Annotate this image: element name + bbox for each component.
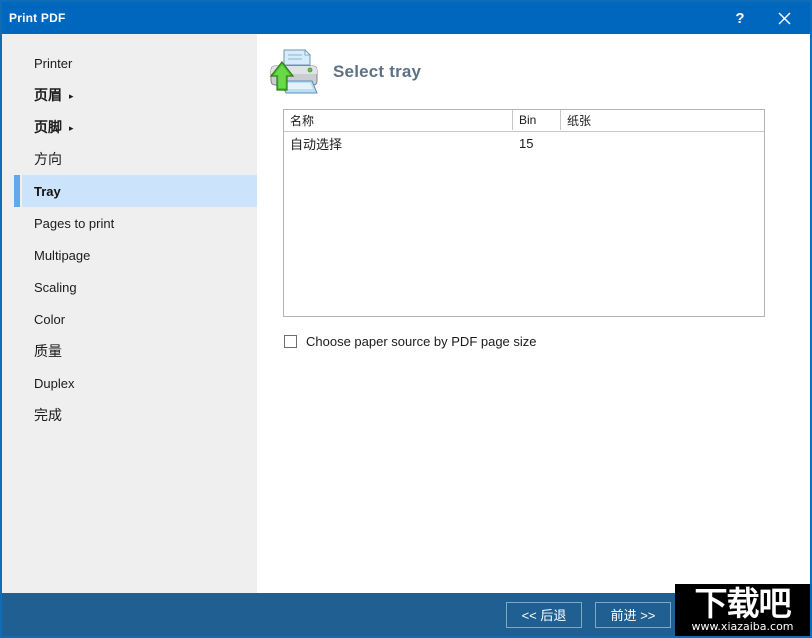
chevron-right-icon: ▸	[69, 124, 74, 133]
table-header-row: 名称 Bin 纸张	[284, 110, 764, 132]
watermark-overlay: 下载吧 www.xiazaiba.com	[675, 584, 810, 636]
printer-icon	[267, 48, 319, 96]
sidebar-item-scaling[interactable]: Scaling	[2, 271, 257, 303]
table-row[interactable]: 自动选择15	[284, 132, 764, 154]
page-header: Select tray	[257, 34, 810, 96]
sidebar-item-label: Tray	[34, 184, 61, 199]
paper-source-checkbox-label: Choose paper source by PDF page size	[306, 334, 537, 349]
print-pdf-window: Print PDF ? Printer 页眉 ▸ 页脚 ▸ 方向 Tray Pages to …	[0, 0, 812, 638]
tray-table[interactable]: 名称 Bin 纸张 自动选择15	[283, 109, 765, 317]
table-cell-bin: 15	[513, 136, 561, 151]
sidebar-item-label: Printer	[34, 56, 72, 71]
sidebar-item-label: 完成	[34, 405, 62, 425]
sidebar-item-label: 页脚	[34, 117, 62, 137]
sidebar-item-页脚[interactable]: 页脚 ▸	[2, 111, 257, 143]
sidebar-item-页眉[interactable]: 页眉 ▸	[2, 79, 257, 111]
sidebar-item-color[interactable]: Color	[2, 303, 257, 335]
paper-source-checkbox[interactable]	[284, 335, 297, 348]
column-header-paper[interactable]: 纸张	[561, 110, 764, 130]
sidebar-item-label: Multipage	[34, 248, 90, 263]
title-bar: Print PDF ?	[2, 2, 810, 34]
table-cell-name: 自动选择	[284, 134, 513, 153]
sidebar-item-label: 方向	[34, 149, 62, 169]
window-body: Printer 页眉 ▸ 页脚 ▸ 方向 Tray Pages to print Multipa…	[2, 34, 810, 593]
back-button[interactable]: << 后退	[506, 602, 582, 628]
column-header-bin[interactable]: Bin	[513, 110, 561, 130]
sidebar-item-pages-to-print[interactable]: Pages to print	[2, 207, 257, 239]
sidebar-selection-indicator	[14, 175, 20, 207]
paper-source-checkbox-row[interactable]: Choose paper source by PDF page size	[284, 334, 537, 349]
sidebar-item-方向[interactable]: 方向	[2, 143, 257, 175]
close-icon[interactable]	[764, 2, 804, 34]
sidebar-item-duplex[interactable]: Duplex	[2, 367, 257, 399]
sidebar-item-label: Pages to print	[34, 216, 114, 231]
sidebar-item-label: 页眉	[34, 85, 62, 105]
watermark-url-text: www.xiazaiba.com	[691, 620, 793, 633]
sidebar-item-label: 质量	[34, 341, 62, 361]
window-title: Print PDF	[9, 11, 65, 25]
next-button[interactable]: 前进 >>	[595, 602, 671, 628]
watermark-logo-text: 下载吧	[695, 587, 791, 620]
sidebar-item-质量[interactable]: 质量	[2, 335, 257, 367]
sidebar-item-tray[interactable]: Tray	[22, 175, 257, 207]
table-body: 自动选择15	[284, 132, 764, 154]
sidebar-item-label: Scaling	[34, 280, 77, 295]
content-panel: Select tray 名称 Bin 纸张 自动选择15 Choose pape…	[257, 34, 810, 593]
sidebar-item-完成[interactable]: 完成	[2, 399, 257, 431]
sidebar-item-label: Duplex	[34, 376, 74, 391]
chevron-right-icon: ▸	[69, 92, 74, 101]
sidebar-nav: Printer 页眉 ▸ 页脚 ▸ 方向 Tray Pages to print Multipa…	[2, 34, 257, 593]
sidebar-item-multipage[interactable]: Multipage	[2, 239, 257, 271]
column-header-name[interactable]: 名称	[284, 110, 513, 130]
page-title: Select tray	[333, 62, 421, 82]
help-icon[interactable]: ?	[720, 2, 760, 34]
sidebar-item-printer[interactable]: Printer	[2, 47, 257, 79]
sidebar-item-label: Color	[34, 312, 65, 327]
